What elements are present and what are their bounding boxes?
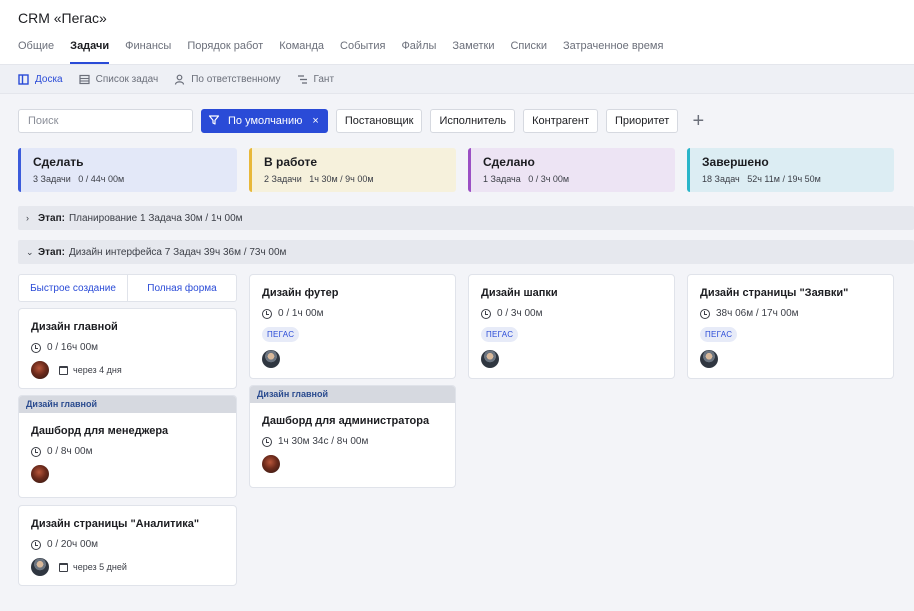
tab-events[interactable]: События xyxy=(340,40,385,64)
add-filter-button[interactable]: + xyxy=(686,109,710,133)
clock-icon xyxy=(262,308,272,319)
clock-icon xyxy=(31,539,41,550)
clock-icon xyxy=(262,436,272,447)
filter-icon xyxy=(208,114,220,129)
filter-bar: По умолчанию × Постановщик Исполнитель К… xyxy=(18,109,710,133)
chevron-down-icon: ⌄ xyxy=(26,246,34,257)
calendar-icon xyxy=(59,365,68,375)
avatar[interactable] xyxy=(31,361,49,379)
column-name: Завершено xyxy=(702,155,769,169)
task-title: Дашборд для администратора xyxy=(262,415,430,427)
column-name: Сделать xyxy=(33,155,84,169)
task-card[interactable]: Дизайн страницы "Аналитика" 0 / 20ч 00м … xyxy=(18,505,237,586)
task-card[interactable]: Дизайн футер 0 / 1ч 00м ПЕГАС xyxy=(249,274,456,379)
app-title: CRM «Пегас» xyxy=(18,10,107,26)
list-icon xyxy=(79,74,90,85)
filter-creator[interactable]: Постановщик xyxy=(335,109,423,133)
task-title: Дизайн главной xyxy=(31,321,118,333)
quick-create-button[interactable]: Быстрое создание xyxy=(19,275,128,301)
stage-row-design[interactable]: ⌄ Этап: Дизайн интерфейса 7 Задач 39ч 36… xyxy=(18,240,914,264)
clock-icon xyxy=(31,446,41,457)
tab-time-spent[interactable]: Затраченное время xyxy=(563,40,663,64)
column-stats: 18 Задач 52ч 11м / 19ч 50м xyxy=(702,174,821,184)
tab-team[interactable]: Команда xyxy=(279,40,324,64)
avatar[interactable] xyxy=(262,350,280,368)
project-tag: ПЕГАС xyxy=(700,327,738,342)
view-switcher: Доска Список задач По ответственному Ган… xyxy=(0,64,914,94)
column-stats: 3 Задачи 0 / 44ч 00м xyxy=(33,174,125,184)
user-icon xyxy=(174,74,185,85)
project-tag: ПЕГАС xyxy=(481,327,519,342)
close-icon[interactable]: × xyxy=(312,115,318,127)
task-card[interactable]: Дизайн шапки 0 / 3ч 00м ПЕГАС xyxy=(468,274,675,379)
task-time: 0 / 1ч 00м xyxy=(278,308,324,319)
column-in-progress: В работе 2 Задачи 1ч 30м / 9ч 00м xyxy=(249,148,456,192)
task-time: 38ч 06м / 17ч 00м xyxy=(716,308,799,319)
view-by-assignee[interactable]: По ответственному xyxy=(174,74,281,85)
task-title: Дашборд для менеджера xyxy=(31,425,169,437)
task-time: 0 / 3ч 00м xyxy=(497,308,543,319)
chevron-right-icon: › xyxy=(26,213,29,223)
view-board[interactable]: Доска xyxy=(18,74,63,85)
header: CRM «Пегас» Общие Задачи Финансы Порядок… xyxy=(0,0,914,64)
tab-notes[interactable]: Заметки xyxy=(452,40,494,64)
column-name: Сделано xyxy=(483,155,535,169)
filter-assignee[interactable]: Исполнитель xyxy=(430,109,516,133)
tab-lists[interactable]: Списки xyxy=(510,40,547,64)
gantt-icon xyxy=(297,74,308,85)
task-title: Дизайн шапки xyxy=(481,287,558,299)
avatar[interactable] xyxy=(262,455,280,473)
column-done: Сделано 1 Задача 0 / 3ч 00м xyxy=(468,148,675,192)
tab-finance[interactable]: Финансы xyxy=(125,40,171,64)
board-columns: Сделать 3 Задачи 0 / 44ч 00м В работе 2 … xyxy=(18,148,894,192)
task-title: Дизайн футер xyxy=(262,287,339,299)
task-title: Дизайн страницы "Аналитика" xyxy=(31,518,200,530)
task-time: 0 / 8ч 00м xyxy=(47,446,93,457)
view-task-list[interactable]: Список задач xyxy=(79,74,158,85)
avatar[interactable] xyxy=(31,465,49,483)
column-todo: Сделать 3 Задачи 0 / 44ч 00м xyxy=(18,148,237,192)
avatar[interactable] xyxy=(31,558,49,576)
clock-icon xyxy=(700,308,710,319)
clock-icon xyxy=(481,308,491,319)
calendar-icon xyxy=(59,562,68,572)
avatar[interactable] xyxy=(700,350,718,368)
task-due: через 4 дня xyxy=(73,365,122,375)
board-icon xyxy=(18,73,29,85)
filter-priority[interactable]: Приоритет xyxy=(606,109,679,133)
avatar[interactable] xyxy=(481,350,499,368)
tab-files[interactable]: Файлы xyxy=(401,40,436,64)
view-gantt[interactable]: Гант xyxy=(297,74,334,85)
tab-general[interactable]: Общие xyxy=(18,40,54,64)
filter-counterparty[interactable]: Контрагент xyxy=(523,109,599,133)
tab-bar: Общие Задачи Финансы Порядок работ Коман… xyxy=(18,40,663,64)
task-time: 0 / 20ч 00м xyxy=(47,539,99,550)
task-due: через 5 дней xyxy=(73,562,127,572)
clock-icon xyxy=(31,342,41,353)
task-card[interactable]: Дизайн главной 0 / 16ч 00м через 4 дня xyxy=(18,308,237,389)
task-card[interactable]: Дизайн главной Дашборд для менеджера 0 /… xyxy=(18,395,237,498)
column-stats: 2 Задачи 1ч 30м / 9ч 00м xyxy=(264,174,374,184)
task-title: Дизайн страницы "Заявки" xyxy=(700,287,849,299)
column-name: В работе xyxy=(264,155,317,169)
search-input[interactable] xyxy=(18,109,193,133)
tab-tasks[interactable]: Задачи xyxy=(70,40,109,64)
column-completed: Завершено 18 Задач 52ч 11м / 19ч 50м xyxy=(687,148,894,192)
column-stats: 1 Задача 0 / 3ч 00м xyxy=(483,174,570,184)
parent-task-label: Дизайн главной xyxy=(250,386,455,403)
project-tag: ПЕГАС xyxy=(262,327,300,342)
parent-task-label: Дизайн главной xyxy=(19,396,236,413)
task-card[interactable]: Дизайн страницы "Заявки" 38ч 06м / 17ч 0… xyxy=(687,274,894,379)
tab-workflow[interactable]: Порядок работ xyxy=(187,40,263,64)
task-time: 1ч 30м 34с / 8ч 00м xyxy=(278,436,369,447)
task-time: 0 / 16ч 00м xyxy=(47,342,99,353)
task-card[interactable]: Дизайн главной Дашборд для администратор… xyxy=(249,385,456,488)
default-filter-chip[interactable]: По умолчанию × xyxy=(201,109,328,133)
full-form-button[interactable]: Полная форма xyxy=(128,275,236,301)
stage-row-planning[interactable]: › Этап: Планирование 1 Задача 30м / 1ч 0… xyxy=(18,206,914,230)
quick-create-bar: Быстрое создание Полная форма xyxy=(18,274,237,302)
